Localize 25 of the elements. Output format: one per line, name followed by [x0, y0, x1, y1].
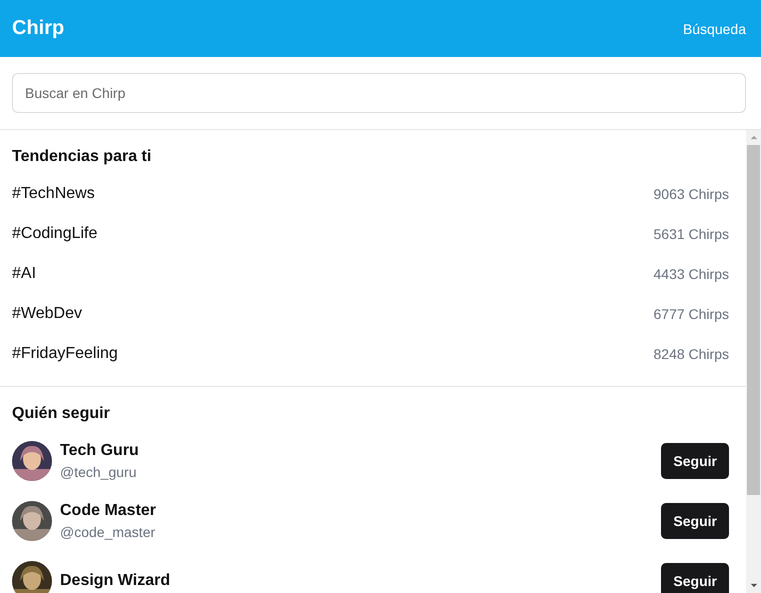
- user-handle: @tech_guru: [60, 464, 138, 480]
- trend-tag[interactable]: #AI: [12, 265, 36, 283]
- trend-tag[interactable]: #FridayFeeling: [12, 345, 118, 363]
- follow-button[interactable]: Seguir: [661, 503, 729, 539]
- trend-count: 8248 Chirps: [654, 346, 729, 362]
- trend-count: 6777 Chirps: [654, 306, 729, 322]
- user-name: Design Wizard: [60, 572, 172, 590]
- trend-tag[interactable]: #CodingLife: [12, 225, 98, 243]
- app-title: Chirp: [12, 17, 64, 40]
- trend-count: 9063 Chirps: [654, 186, 729, 202]
- follow-button[interactable]: Seguir: [661, 563, 729, 593]
- scroll-down-icon[interactable]: [750, 583, 758, 588]
- trend-count: 5631 Chirps: [654, 226, 729, 242]
- trend-tag[interactable]: #WebDev: [12, 305, 82, 323]
- section-title: Quién seguir: [12, 405, 111, 423]
- trend-tag[interactable]: #TechNews: [12, 185, 95, 203]
- scroll-up-icon[interactable]: [750, 135, 758, 140]
- user-name: Tech Guru: [60, 442, 140, 460]
- scrollbar[interactable]: [746, 130, 761, 593]
- section-title: Tendencias para ti: [12, 148, 152, 166]
- follow-button[interactable]: Seguir: [661, 443, 729, 479]
- search-field[interactable]: Buscar en Chirp: [12, 73, 746, 113]
- user-handle: @code_master: [60, 524, 156, 540]
- user-name: Code Master: [60, 502, 158, 520]
- trend-count: 4433 Chirps: [654, 266, 729, 282]
